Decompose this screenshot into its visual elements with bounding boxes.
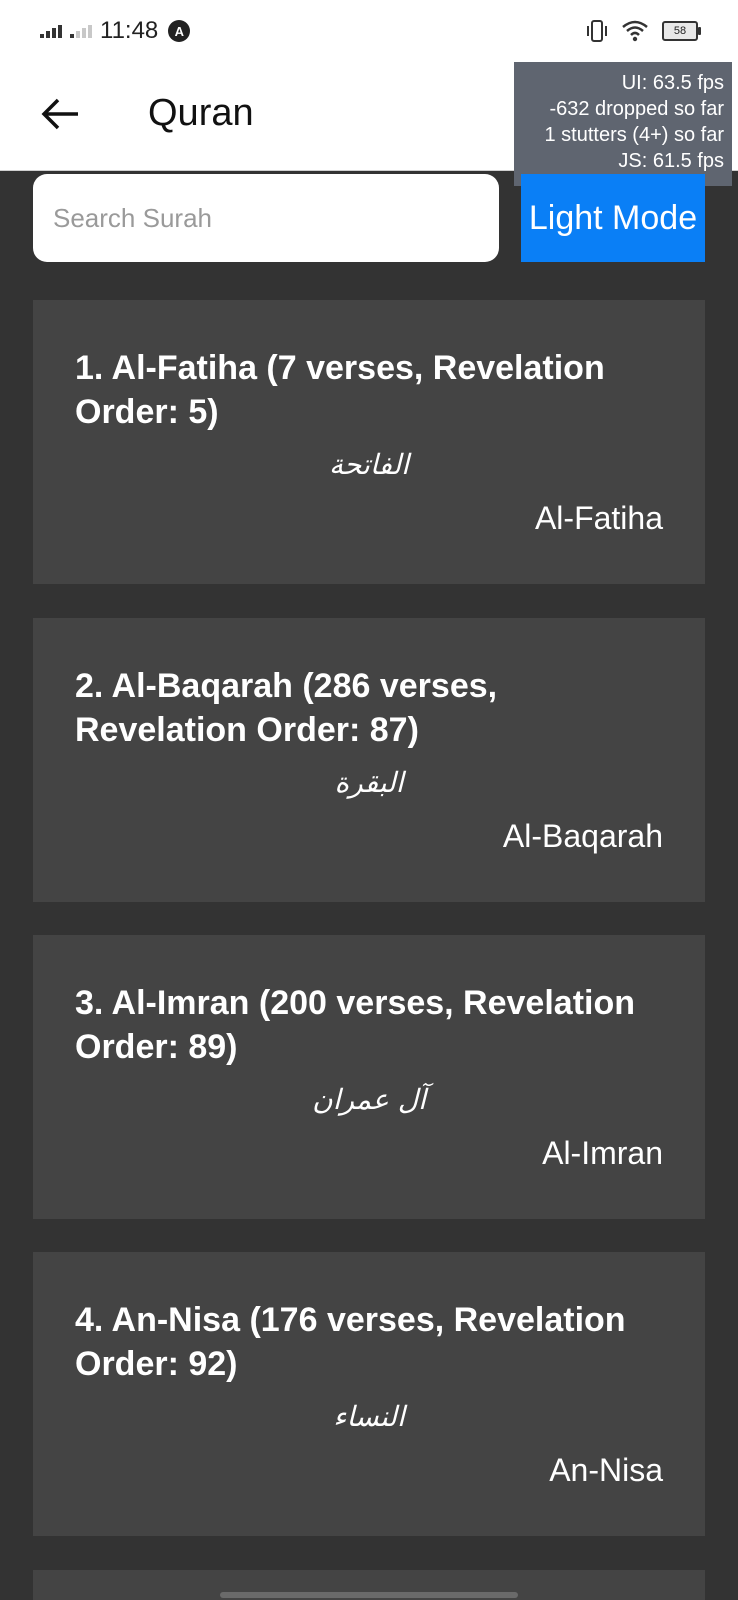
status-left: 11:48 A xyxy=(40,16,191,46)
surah-title: 4. An-Nisa (176 verses, Revelation Order… xyxy=(75,1301,626,1383)
surah-arabic-name: البقرة xyxy=(334,766,404,799)
wifi-icon xyxy=(622,20,648,42)
battery-level: 58 xyxy=(673,25,687,37)
status-right: 58 xyxy=(586,16,701,46)
search-input[interactable] xyxy=(33,174,499,262)
perf-js-fps: JS: 61.5 fps xyxy=(618,150,724,172)
signal-secondary-icon xyxy=(70,24,92,38)
arrow-left-icon xyxy=(41,98,78,130)
surah-name: Al-Imran xyxy=(542,1135,663,1171)
surah-name: An-Nisa xyxy=(549,1452,663,1488)
perf-dropped: -632 dropped so far xyxy=(549,98,724,120)
back-button[interactable] xyxy=(30,84,90,144)
performance-monitor: UI: 63.5 fps -632 dropped so far 1 stutt… xyxy=(514,62,732,186)
perf-ui-fps: UI: 63.5 fps xyxy=(621,72,724,94)
surah-arabic-name: آل عمران xyxy=(312,1083,426,1116)
surah-arabic-name: النساء xyxy=(333,1400,405,1433)
page-title: Quran xyxy=(148,92,254,134)
surah-title: 1. Al-Fatiha (7 verses, Revelation Order… xyxy=(75,349,605,431)
surah-card[interactable]: 4. An-Nisa (176 verses, Revelation Order… xyxy=(33,1252,705,1536)
surah-name: Al-Baqarah xyxy=(502,818,663,854)
surah-card[interactable]: 3. Al-Imran (200 verses, Revelation Orde… xyxy=(33,935,705,1219)
light-mode-button[interactable]: Light Mode xyxy=(521,174,705,262)
surah-card[interactable]: 1. Al-Fatiha (7 verses, Revelation Order… xyxy=(33,300,705,584)
surah-title: 2. Al-Baqarah (286 verses, Revelation Or… xyxy=(75,667,498,749)
navigation-app-icon: A xyxy=(168,20,191,42)
signal-icon xyxy=(40,24,62,38)
status-bar: 11:48 A 58 xyxy=(0,0,738,62)
home-indicator[interactable] xyxy=(220,1592,518,1598)
status-time: 11:48 xyxy=(100,17,159,44)
vibrate-icon xyxy=(587,20,607,42)
surah-arabic-name: الفاتحة xyxy=(329,448,409,481)
surah-title: 3. Al-Imran (200 verses, Revelation Orde… xyxy=(75,984,636,1066)
surah-name: Al-Fatiha xyxy=(534,500,663,536)
surah-card[interactable]: 2. Al-Baqarah (286 verses, Revelation Or… xyxy=(33,618,705,902)
perf-stutters: 1 stutters (4+) so far xyxy=(544,124,724,146)
battery-icon: 58 xyxy=(662,21,701,41)
